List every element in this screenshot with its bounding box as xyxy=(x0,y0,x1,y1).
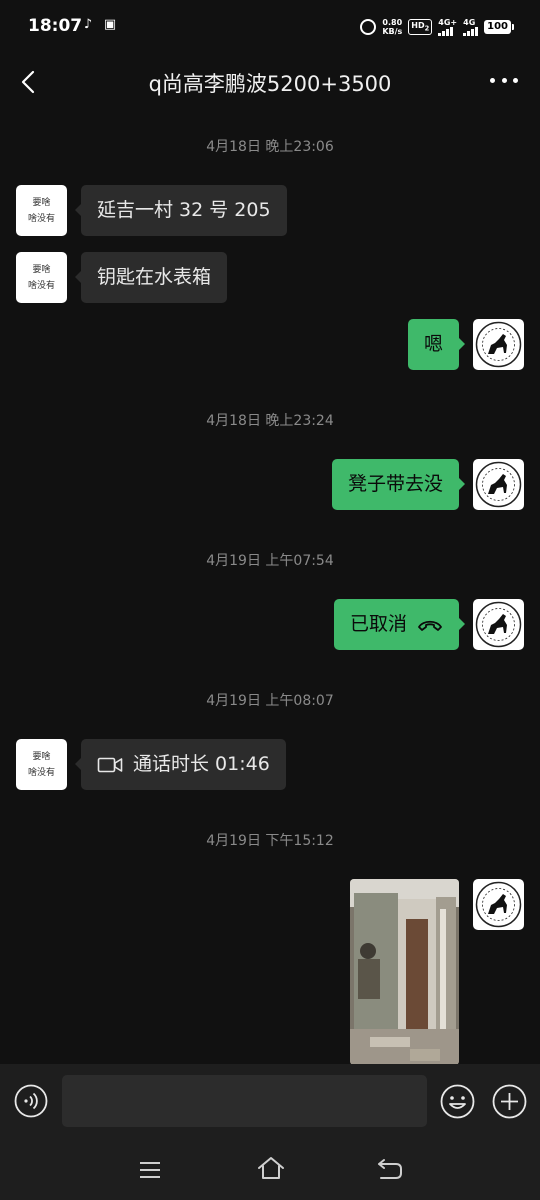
my-avatar[interactable] xyxy=(473,599,524,650)
message-input[interactable] xyxy=(62,1075,427,1127)
horse-logo-icon xyxy=(475,321,522,368)
signal-icon-sim1: 4G+ xyxy=(438,17,458,36)
contact-avatar[interactable]: 要啥 啥没有 xyxy=(16,739,67,790)
my-avatar[interactable] xyxy=(473,459,524,510)
recent-apps-icon[interactable] xyxy=(138,1160,162,1180)
add-attachment-icon[interactable] xyxy=(492,1084,527,1119)
avatar-text-line1: 要啥 xyxy=(32,264,51,275)
received-message[interactable]: 延吉一村 32 号 205 xyxy=(75,185,287,236)
message-timestamp: 4月19日 下午15:12 xyxy=(206,833,334,849)
tiktok-icon: ♪ xyxy=(83,17,93,32)
chat-header: q尚高李鹏波5200+3500 xyxy=(0,56,540,108)
net-speed-value: 0.80 xyxy=(382,18,403,27)
emoji-icon[interactable] xyxy=(440,1084,475,1119)
message-timestamp: 4月18日 晚上23:06 xyxy=(206,139,334,155)
net-speed-unit: KB/s xyxy=(382,27,403,36)
cancelled-call-message[interactable]: 已取消 xyxy=(333,599,466,650)
horse-logo-icon xyxy=(475,461,522,508)
message-timestamp: 4月18日 晚上23:24 xyxy=(206,413,334,429)
status-notification-icons: ♪ ▣ xyxy=(80,17,118,33)
sent-photo[interactable] xyxy=(350,879,459,1065)
status-time: 18:07 xyxy=(28,16,83,36)
received-message[interactable]: 钥匙在水表箱 xyxy=(74,252,228,303)
video-call-message[interactable]: 通话时长 01:46 xyxy=(75,739,286,790)
avatar-text-line2: 啥没有 xyxy=(27,280,55,291)
avatar-text-line1: 要啥 xyxy=(32,197,51,208)
message-timestamp: 4月19日 上午07:54 xyxy=(206,553,334,569)
my-avatar[interactable] xyxy=(473,879,524,930)
home-icon[interactable] xyxy=(256,1155,286,1181)
photo-thumbnail xyxy=(350,879,459,1065)
voice-input-icon[interactable] xyxy=(14,1084,48,1118)
battery-level: 100 xyxy=(484,20,511,34)
more-options-icon[interactable] xyxy=(490,78,518,86)
hd-label: HD xyxy=(411,21,425,31)
battery-icon: 100 xyxy=(484,20,514,34)
signal2-label: 4G xyxy=(463,17,476,27)
sent-message[interactable]: 凳子带去没 xyxy=(331,459,466,510)
horse-logo-icon xyxy=(475,881,522,928)
back-nav-icon[interactable] xyxy=(376,1157,404,1181)
chat-title: q尚高李鹏波5200+3500 xyxy=(148,72,392,96)
message-timestamp: 4月19日 上午08:07 xyxy=(206,693,334,709)
app-notification-icon: ▣ xyxy=(103,17,117,32)
signal1-label: 4G+ xyxy=(438,17,458,27)
sent-message[interactable]: 嗯 xyxy=(407,319,466,370)
avatar-text-line2: 啥没有 xyxy=(27,767,55,778)
net-speed: 0.80 KB/s xyxy=(382,18,402,36)
avatar-text-line2: 啥没有 xyxy=(27,213,55,224)
system-navigation-bar xyxy=(0,1140,540,1200)
horse-logo-icon xyxy=(475,601,522,648)
alarm-icon xyxy=(360,19,377,35)
call-duration-text: 通话时长 01:46 xyxy=(133,753,270,775)
status-right-group: 0.80 KB/s HD2 4G+ 4G 100 xyxy=(360,18,514,36)
hd-sub: 2 xyxy=(424,24,430,33)
call-status-text: 已取消 xyxy=(349,613,407,635)
phone-hangup-icon xyxy=(418,620,442,631)
input-bar xyxy=(0,1064,540,1140)
signal-icon-sim2: 4G xyxy=(463,17,479,36)
hd-icon: HD2 xyxy=(408,19,433,35)
avatar-text-line1: 要啥 xyxy=(32,751,51,762)
contact-avatar[interactable]: 要啥 啥没有 xyxy=(16,185,67,236)
video-camera-icon xyxy=(97,757,123,772)
status-bar: 18:07 ♪ ▣ 0.80 KB/s HD2 4G+ 4G 100 xyxy=(0,0,540,56)
contact-avatar[interactable]: 要啥 啥没有 xyxy=(16,252,67,303)
my-avatar[interactable] xyxy=(473,319,524,370)
